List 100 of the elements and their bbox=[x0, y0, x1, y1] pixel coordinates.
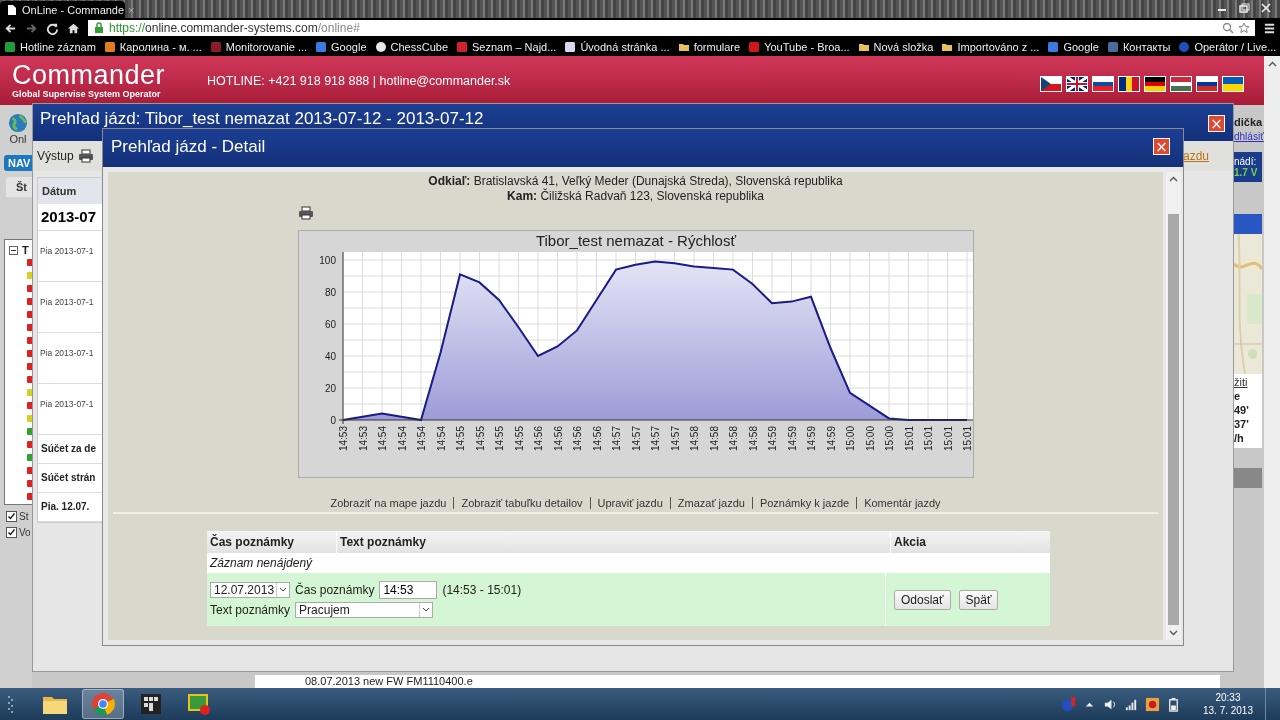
back-icon[interactable] bbox=[4, 21, 17, 35]
y-tick-label: 100 bbox=[318, 255, 336, 266]
window-title: Prehľad jázd: Tibor_test nemazat 2013-07-12 - 2013-07-12 bbox=[40, 109, 484, 129]
scrollbar[interactable] bbox=[1166, 172, 1181, 640]
close-button[interactable]: × bbox=[1208, 115, 1225, 132]
tree-label[interactable]: T bbox=[22, 244, 29, 256]
panel-tab[interactable]: Št bbox=[6, 177, 32, 197]
action-link[interactable]: Zmazať jazdu bbox=[669, 497, 752, 509]
x-tick-label: 14:54 bbox=[396, 426, 407, 452]
home-icon[interactable] bbox=[67, 21, 80, 35]
reload-icon[interactable] bbox=[46, 21, 59, 35]
printer-icon[interactable] bbox=[77, 149, 94, 163]
x-tick-label: 14:57 bbox=[669, 426, 680, 452]
taskbar-grip-icon bbox=[8, 694, 14, 714]
bookmark[interactable]: ChessCube bbox=[374, 41, 449, 53]
logout-link[interactable]: dhlásiť bbox=[1234, 131, 1264, 142]
menu-icon[interactable] bbox=[1263, 21, 1276, 35]
export-label: Výstup bbox=[37, 149, 74, 163]
close-icon[interactable] bbox=[1260, 3, 1272, 13]
map-header bbox=[1234, 214, 1262, 234]
bookmark[interactable]: Hotline záznam bbox=[4, 41, 96, 53]
zoom-icon[interactable] bbox=[1222, 22, 1234, 34]
x-tick-label: 15:01 bbox=[961, 426, 973, 452]
bookmark[interactable]: YouTube - Broa... bbox=[748, 41, 850, 53]
x-tick-label: 14:54 bbox=[415, 426, 427, 452]
page-icon bbox=[6, 3, 18, 16]
scroll-down-icon[interactable] bbox=[1169, 628, 1178, 637]
x-tick-label: 15:01 bbox=[922, 426, 934, 452]
x-tick-label: 15:01 bbox=[942, 426, 953, 452]
close-button[interactable]: × bbox=[1153, 138, 1170, 155]
x-tick-label: 14:56 bbox=[591, 426, 602, 452]
note-select[interactable]: Pracujem bbox=[295, 602, 434, 618]
bookmark[interactable]: Úvodná stránka ... bbox=[564, 41, 670, 53]
x-tick-label: 14:56 bbox=[532, 426, 544, 452]
checkbox[interactable] bbox=[6, 527, 17, 538]
flag-icon[interactable] bbox=[1066, 75, 1088, 92]
x-tick-label: 14:56 bbox=[552, 426, 563, 452]
info-text: e bbox=[1234, 390, 1241, 402]
x-tick-label: 14:53 bbox=[337, 426, 349, 452]
x-tick-label: 14:57 bbox=[649, 426, 661, 452]
route-from: Odkiaľ: Bratislavská 41, Veľký Meder (Dunajská Streda), Slovenská republika bbox=[428, 174, 843, 188]
action-link[interactable]: Zobraziť na mape jazdu bbox=[323, 497, 454, 509]
app-tray-icon[interactable] bbox=[1144, 696, 1160, 712]
bookmark[interactable]: Google bbox=[315, 41, 367, 53]
action-link[interactable]: Upraviť jazdu bbox=[589, 497, 670, 509]
map-link[interactable]: žiti bbox=[1234, 376, 1248, 388]
x-tick-label: 15:00 bbox=[883, 426, 895, 452]
column-header: Akcia bbox=[893, 534, 928, 551]
checkbox-label: St bbox=[19, 511, 29, 522]
bookmark[interactable]: Monitorovanie ... bbox=[209, 41, 308, 53]
printer-icon[interactable] bbox=[298, 206, 314, 220]
panel-header bbox=[1234, 468, 1262, 488]
x-tick-label: 14:55 bbox=[454, 426, 466, 452]
bookmark[interactable]: Каролина - м. ... bbox=[103, 41, 202, 53]
action-button[interactable]: Späť bbox=[958, 589, 999, 610]
y-tick-label: 60 bbox=[324, 319, 336, 330]
bookmark[interactable]: Importováno z ... bbox=[941, 41, 1040, 53]
clock-time: 20:33 bbox=[1215, 691, 1241, 704]
x-tick-label: 14:55 bbox=[474, 426, 485, 452]
restore-icon[interactable] bbox=[1238, 3, 1250, 13]
action-button[interactable]: Odoslať bbox=[894, 589, 951, 610]
scroll-up-icon[interactable] bbox=[1267, 60, 1277, 69]
empty-message: Záznam nenájdený bbox=[210, 556, 313, 570]
x-tick-label: 14:59 bbox=[786, 426, 797, 452]
star-icon[interactable] bbox=[1238, 22, 1250, 34]
app-label: Onl bbox=[9, 133, 27, 145]
address-bar[interactable]: https://online.commander-systems.com/online# bbox=[88, 20, 1255, 36]
x-tick-label: 14:58 bbox=[747, 426, 758, 452]
nav-tab[interactable]: NAV bbox=[4, 155, 32, 171]
chart-title: Tibor_test nemazat - Rýchlosť bbox=[535, 232, 736, 249]
x-tick-label: 14:58 bbox=[727, 426, 739, 452]
bookmark[interactable]: Operátor / Live... bbox=[1178, 41, 1277, 53]
x-tick-label: 14:59 bbox=[766, 426, 778, 452]
action-link[interactable]: Komentár jazdy bbox=[856, 497, 948, 509]
bookmark[interactable]: Google bbox=[1047, 41, 1099, 53]
forward-icon[interactable] bbox=[25, 21, 38, 35]
action-link[interactable]: Poznámky k jazde bbox=[751, 497, 857, 509]
app-icon bbox=[140, 693, 162, 715]
bookmark[interactable]: formulare bbox=[677, 41, 741, 53]
bookmark[interactable]: Seznam – Najd... bbox=[456, 41, 557, 53]
date-select[interactable]: 12.07.2013 bbox=[210, 582, 291, 598]
bookmark[interactable]: Nová složka bbox=[857, 41, 934, 53]
lock-icon bbox=[93, 22, 105, 34]
url-text: https://online.commander-systems.com/online# bbox=[109, 21, 360, 35]
checkbox[interactable] bbox=[6, 511, 17, 522]
x-tick-label: 15:01 bbox=[903, 426, 914, 452]
collapse-icon[interactable] bbox=[9, 245, 18, 255]
x-tick-label: 14:57 bbox=[630, 426, 641, 452]
x-tick-label: 14:59 bbox=[825, 426, 836, 452]
y-tick-label: 40 bbox=[324, 351, 336, 362]
scroll-up-icon[interactable] bbox=[1169, 175, 1178, 184]
battery-panel: nádí: 1.7 V bbox=[1234, 152, 1262, 182]
globe-icon[interactable] bbox=[8, 113, 28, 133]
time-field[interactable]: 14:53 bbox=[379, 581, 438, 599]
action-link[interactable]: Zobraziť tabuľku detailov bbox=[453, 497, 590, 509]
browser-icon bbox=[91, 692, 115, 716]
logo: Commander bbox=[12, 62, 166, 89]
hotline-text: HOTLINE: +421 918 918 888 | hotline@commander.sk bbox=[207, 73, 511, 88]
bookmark[interactable]: Контакты bbox=[1106, 41, 1171, 53]
field-label: Čas poznámky bbox=[295, 583, 375, 597]
